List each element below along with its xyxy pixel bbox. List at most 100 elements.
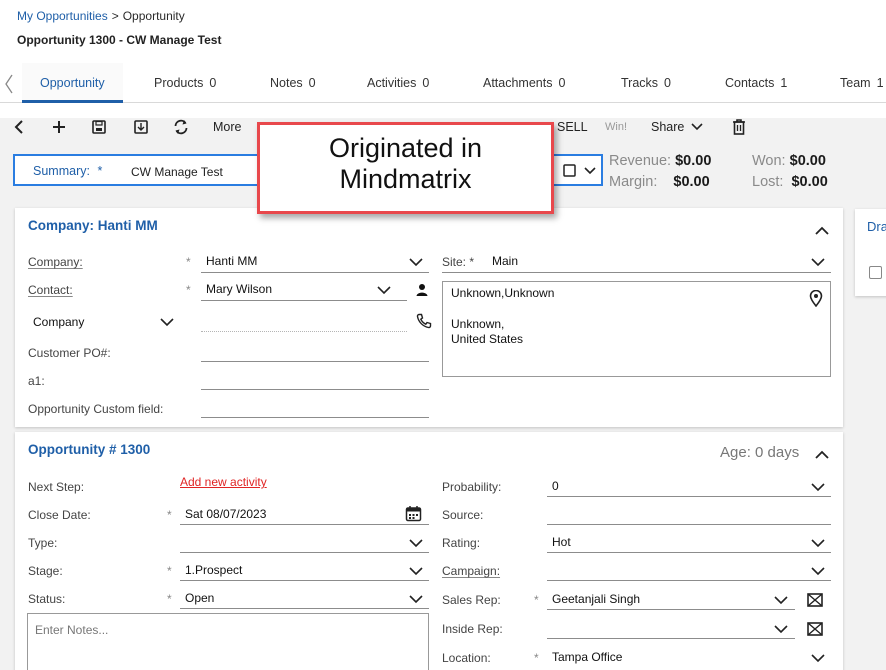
phone-type-select[interactable]: Company bbox=[33, 315, 84, 329]
source-input[interactable] bbox=[547, 524, 831, 525]
chevron-down-icon[interactable] bbox=[409, 257, 423, 267]
chevron-down-icon[interactable] bbox=[409, 594, 423, 604]
probability-underline bbox=[547, 496, 831, 497]
tab-tracks[interactable]: Tracks 0 bbox=[621, 63, 671, 103]
chevron-up-icon[interactable] bbox=[815, 449, 829, 459]
back-icon[interactable] bbox=[8, 116, 30, 138]
inside-rep-label: Inside Rep: bbox=[442, 622, 503, 636]
chevron-down-icon[interactable] bbox=[811, 482, 825, 492]
close-date-value[interactable]: Sat 08/07/2023 bbox=[185, 507, 266, 521]
more-menu-button[interactable]: More bbox=[213, 120, 241, 134]
opportunity-type-select-icon[interactable] bbox=[563, 162, 603, 180]
sales-rep-underline bbox=[547, 609, 795, 610]
tab-attachments[interactable]: Attachments 0 bbox=[483, 63, 565, 103]
tab-bar: Opportunity Products 0 Notes 0 Activities 0… bbox=[0, 63, 886, 103]
opportunity-panel-title: Opportunity # 1300 bbox=[28, 442, 151, 457]
stage-value[interactable]: 1.Prospect bbox=[185, 563, 242, 577]
tab-label: Contacts bbox=[725, 76, 775, 90]
required-mark: * bbox=[167, 508, 172, 522]
campaign-select[interactable] bbox=[547, 580, 831, 581]
chevron-down-icon[interactable] bbox=[811, 257, 825, 267]
customer-po-input[interactable] bbox=[201, 361, 429, 362]
breadcrumb: My Opportunities > Opportunity bbox=[17, 9, 185, 23]
map-pin-icon[interactable] bbox=[809, 290, 823, 307]
sales-rep-value[interactable]: Geetanjali Singh bbox=[552, 592, 640, 606]
tab-activities[interactable]: Activities 0 bbox=[367, 63, 429, 103]
company-panel-title: Company: Hanti MM bbox=[28, 218, 158, 233]
share-menu-button[interactable]: Share bbox=[651, 120, 703, 134]
tab-label: Attachments bbox=[483, 76, 553, 90]
a1-input[interactable] bbox=[201, 389, 429, 390]
tab-opportunity[interactable]: Opportunity bbox=[22, 63, 123, 103]
required-mark: * bbox=[534, 593, 539, 607]
chevron-down-icon[interactable] bbox=[409, 538, 423, 548]
chevron-down-icon[interactable] bbox=[409, 566, 423, 576]
chevron-down-icon[interactable] bbox=[811, 538, 825, 548]
tab-scroll-left-icon[interactable] bbox=[4, 73, 14, 95]
type-select[interactable] bbox=[180, 552, 429, 553]
chevron-down-icon[interactable] bbox=[160, 317, 174, 327]
email-icon[interactable] bbox=[807, 622, 823, 636]
margin-value: $0.00 bbox=[673, 174, 710, 190]
win-label: Win! bbox=[605, 121, 627, 133]
side-panel-checkbox[interactable] bbox=[869, 266, 882, 279]
tab-count: 0 bbox=[558, 76, 566, 90]
site-value[interactable]: Main bbox=[492, 254, 518, 268]
refresh-icon[interactable] bbox=[170, 116, 192, 138]
tab-label: Team bbox=[840, 76, 871, 90]
close-date-label: Close Date: bbox=[28, 508, 91, 522]
customer-po-label: Customer PO#: bbox=[28, 346, 111, 360]
person-icon[interactable] bbox=[416, 283, 428, 297]
chevron-down-icon[interactable] bbox=[377, 285, 391, 295]
margin-label: Margin: bbox=[609, 174, 658, 190]
probability-value[interactable]: 0 bbox=[552, 479, 559, 493]
tab-products[interactable]: Products 0 bbox=[154, 63, 216, 103]
custom-field-input[interactable] bbox=[201, 417, 429, 418]
email-icon[interactable] bbox=[807, 593, 823, 607]
custom-field-label: Opportunity Custom field: bbox=[28, 402, 164, 416]
more-label: More bbox=[213, 120, 242, 134]
chevron-down-icon[interactable] bbox=[774, 595, 788, 605]
save-and-close-icon[interactable] bbox=[130, 116, 152, 138]
tab-contacts[interactable]: Contacts 1 bbox=[725, 63, 787, 103]
status-value[interactable]: Open bbox=[185, 591, 214, 605]
chevron-up-icon[interactable] bbox=[815, 225, 829, 235]
chevron-down-icon[interactable] bbox=[811, 566, 825, 576]
win-button[interactable]: Win! bbox=[605, 121, 627, 133]
address-box[interactable]: Unknown,Unknown Unknown, United States bbox=[442, 281, 831, 377]
contact-value[interactable]: Mary Wilson bbox=[206, 282, 272, 296]
tab-notes[interactable]: Notes 0 bbox=[270, 63, 316, 103]
inside-rep-select[interactable] bbox=[547, 638, 795, 639]
calendar-icon[interactable] bbox=[405, 505, 422, 522]
chevron-down-icon[interactable] bbox=[774, 624, 788, 634]
rating-value[interactable]: Hot bbox=[552, 535, 571, 549]
rating-label: Rating: bbox=[442, 536, 481, 550]
age-text: Age: 0 days bbox=[720, 444, 800, 461]
type-label: Type: bbox=[28, 536, 58, 550]
company-value[interactable]: Hanti MM bbox=[206, 254, 257, 268]
add-icon[interactable] bbox=[48, 116, 70, 138]
required-mark: * bbox=[167, 592, 172, 606]
tab-label: Activities bbox=[367, 76, 417, 90]
save-icon[interactable] bbox=[88, 116, 110, 138]
tab-team[interactable]: Team 1 bbox=[840, 63, 884, 103]
tab-count: 0 bbox=[422, 76, 430, 90]
totals-right: Won: $0.00 Lost: $0.00 bbox=[752, 151, 828, 193]
breadcrumb-my-opportunities[interactable]: My Opportunities bbox=[17, 9, 108, 23]
location-value[interactable]: Tampa Office bbox=[552, 650, 622, 664]
add-new-activity-link[interactable]: Add new activity bbox=[180, 475, 267, 489]
revenue-label: Revenue: bbox=[609, 153, 672, 169]
tab-count: 0 bbox=[209, 76, 217, 90]
next-step-label: Next Step: bbox=[28, 480, 85, 494]
lost-label: Lost: bbox=[752, 174, 784, 190]
rating-underline bbox=[547, 552, 831, 553]
sell-button[interactable]: SELL bbox=[557, 120, 588, 134]
company-field-underline bbox=[201, 272, 429, 273]
sales-rep-label: Sales Rep: bbox=[442, 593, 501, 607]
location-label: Location: bbox=[442, 651, 491, 665]
notes-textarea[interactable]: Enter Notes... bbox=[27, 613, 429, 670]
phone-field-underline[interactable] bbox=[201, 331, 407, 332]
phone-icon[interactable] bbox=[416, 313, 432, 329]
trash-icon[interactable] bbox=[728, 116, 750, 138]
chevron-down-icon[interactable] bbox=[811, 653, 825, 663]
